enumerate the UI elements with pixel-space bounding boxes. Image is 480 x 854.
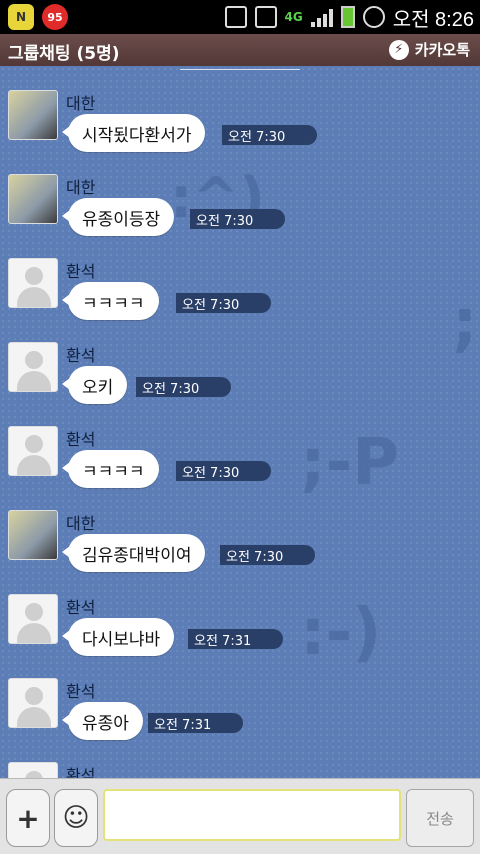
kakaotalk-logo-icon: ⚡ <box>388 39 409 60</box>
brand-label: 카카오톡 <box>414 41 470 59</box>
message-bubble[interactable]: 김유종대박이여 <box>61 534 206 572</box>
attach-button[interactable]: + <box>6 789 50 847</box>
sender-name: 대한 <box>66 94 96 113</box>
avatar[interactable] <box>8 426 58 476</box>
kakaotalk-brand[interactable]: ⚡ 카카오톡 <box>388 39 470 60</box>
avatar[interactable] <box>8 762 58 778</box>
message-time: 오전 7:31 <box>148 713 244 733</box>
chat-message: 대한오전 7:30 유종이등장 <box>8 174 478 258</box>
avatar[interactable] <box>8 510 58 560</box>
chat-message: 환석 <box>8 762 478 778</box>
chat-message: 환석오전 7:30 ㅋㅋㅋㅋ <box>8 258 478 342</box>
avatar[interactable] <box>8 174 58 224</box>
message-time: 오전 7:30 <box>176 293 272 313</box>
sender-name: 환석 <box>66 430 96 449</box>
network-type: 4G <box>284 10 303 24</box>
message-bubble[interactable]: 유종이등장 <box>61 198 175 236</box>
send-button[interactable]: 전송 <box>406 789 474 847</box>
message-time: 오전 7:30 <box>220 545 316 565</box>
message-time: 오전 7:30 <box>136 377 232 397</box>
message-time: 오전 7:30 <box>222 125 318 145</box>
notification-app-icon: N <box>8 4 34 30</box>
emoticon-button[interactable]: ☺ <box>54 789 98 847</box>
avatar[interactable] <box>8 342 58 392</box>
chat-title: 그룹채팅 (5명) <box>8 44 120 64</box>
chat-message: 환석오전 7:30 오키 <box>8 342 478 426</box>
message-bubble[interactable]: ㅋㅋㅋㅋ <box>62 450 159 488</box>
sender-name: 환석 <box>66 682 96 701</box>
sender-name: 대한 <box>66 178 96 197</box>
chat-message: 대한오전 7:30 시작됬다환서가 <box>8 90 478 174</box>
vibrate-icon <box>254 6 277 28</box>
battery-icon <box>340 6 355 28</box>
avatar[interactable] <box>8 90 58 140</box>
sender-name: 환석 <box>66 346 96 365</box>
divider <box>180 66 300 70</box>
input-bar: + ☺ 전송 <box>0 778 480 854</box>
sender-name: 환석 <box>66 766 96 778</box>
message-time: 오전 7:31 <box>188 629 284 649</box>
message-bubble[interactable]: 유종아 <box>62 702 143 740</box>
message-bubble[interactable]: 오키 <box>61 366 128 404</box>
avatar[interactable] <box>8 594 58 644</box>
smiley-icon: ☺ <box>62 803 90 833</box>
chat-message: 환석오전 7:31 다시보냐바 <box>8 594 478 678</box>
download-icon <box>224 6 247 28</box>
message-input[interactable] <box>103 789 401 841</box>
chat-area[interactable]: :^) ; ;-P :-) 대한 오전 7:30 시작됬다환서가 대한 오전 7:30 유… <box>0 66 480 778</box>
chat-message: 환석오전 7:30 ㅋㅋㅋㅋ <box>8 426 478 510</box>
chat-header: 그룹채팅 (5명) ⚡ 카카오톡 <box>0 34 480 66</box>
message-time: 오전 7:30 <box>176 461 272 481</box>
message-bubble[interactable]: 시작됬다환서가 <box>61 114 206 152</box>
sender-name: 대한 <box>66 514 96 533</box>
message-bubble[interactable]: ㅋㅋㅋㅋ <box>62 282 159 320</box>
message-bubble[interactable]: 다시보냐바 <box>61 618 175 656</box>
status-bar: N 95 4G 오전 8:26 <box>0 0 480 34</box>
chat-message: 환석오전 7:31 유종아 <box>8 678 478 762</box>
alarm-icon <box>362 6 385 28</box>
avatar[interactable] <box>8 678 58 728</box>
sender-name: 환석 <box>66 598 96 617</box>
notification-badge-icon: 95 <box>42 4 68 30</box>
message-time: 오전 7:30 <box>190 209 286 229</box>
clock: 오전 8:26 <box>392 8 474 31</box>
chat-message: 대한오전 7:30 김유종대박이여 <box>8 510 478 594</box>
avatar[interactable] <box>8 258 58 308</box>
signal-icon <box>310 7 333 27</box>
sender-name: 환석 <box>66 262 96 281</box>
